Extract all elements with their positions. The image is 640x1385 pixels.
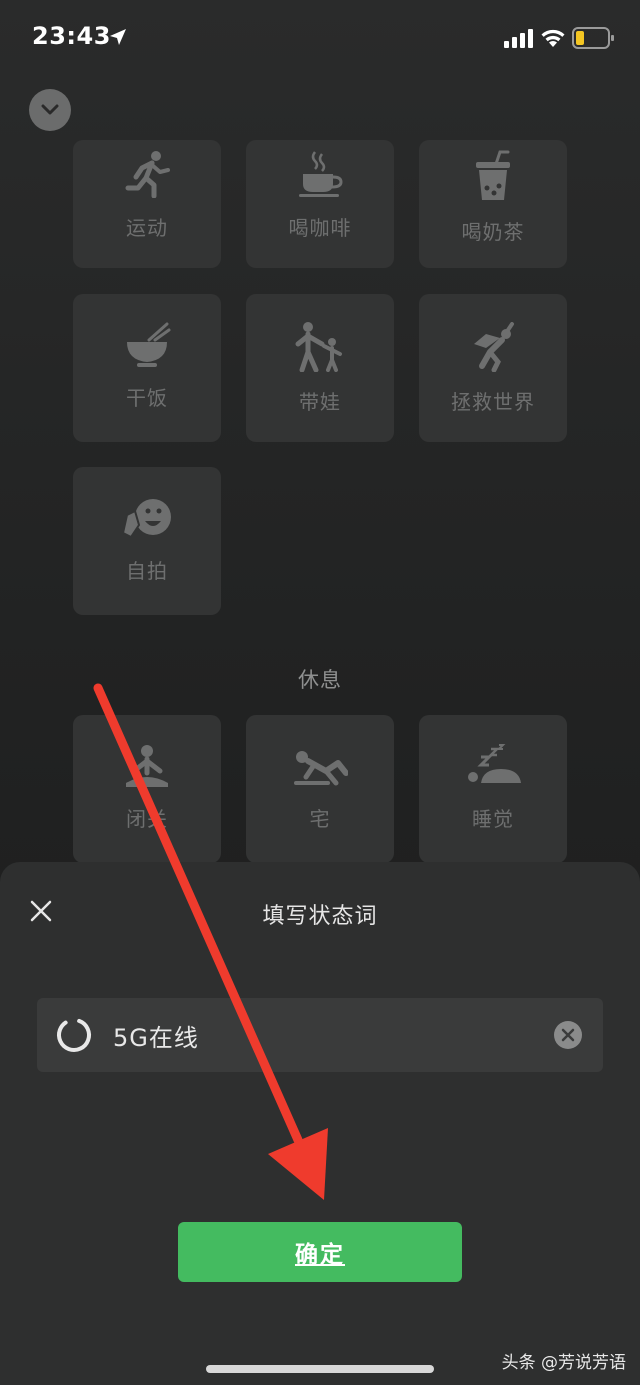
status-input-value: 5G在线 xyxy=(113,1024,199,1052)
clear-input-icon[interactable] xyxy=(553,1020,583,1050)
tile-label: 带娃 xyxy=(299,390,341,414)
tile-label: 喝奶茶 xyxy=(461,220,525,244)
selfie-face-icon xyxy=(121,499,171,539)
confirm-button[interactable]: 确定 xyxy=(178,1222,462,1282)
tile-label: 睡觉 xyxy=(472,807,514,831)
parent-child-icon xyxy=(295,322,342,372)
tile-selfie[interactable]: 自拍 xyxy=(73,467,221,615)
status-time: 23:43 xyxy=(32,22,111,50)
tile-childcare[interactable]: 带娃 xyxy=(246,294,394,442)
tile-label: 运动 xyxy=(126,216,168,240)
bubble-tea-icon xyxy=(476,150,510,200)
loading-ring-icon xyxy=(57,1018,91,1052)
watermark: 头条 @芳说芳语 xyxy=(501,1353,626,1373)
tile-stay-home[interactable]: 宅 xyxy=(246,715,394,863)
tile-exercise[interactable]: 运动 xyxy=(73,140,221,268)
section-title-rest: 休息 xyxy=(298,668,342,692)
status-editor-sheet: 填写状态词 5G在线 确定 xyxy=(0,862,640,1385)
chevron-down-icon xyxy=(41,104,59,115)
meditation-icon xyxy=(126,745,168,787)
tile-milk-tea[interactable]: 喝奶茶 xyxy=(419,140,567,268)
tile-label: 宅 xyxy=(309,807,331,831)
tile-label: 闭关 xyxy=(126,807,168,831)
tile-save-world[interactable]: 拯救世界 xyxy=(419,294,567,442)
tile-label: 自拍 xyxy=(126,559,168,583)
tile-label: 喝咖啡 xyxy=(288,216,352,240)
tile-meditate[interactable]: 闭关 xyxy=(73,715,221,863)
tile-label: 干饭 xyxy=(126,386,168,410)
sleeping-icon xyxy=(468,744,521,783)
running-icon xyxy=(125,151,170,198)
rice-bowl-icon xyxy=(127,322,171,367)
tile-label: 拯救世界 xyxy=(451,390,535,414)
home-indicator xyxy=(206,1365,434,1373)
superhero-icon xyxy=(474,322,514,372)
status-bar: 23:43 xyxy=(0,0,640,80)
cellular-signal-icon xyxy=(504,29,533,48)
collapse-button[interactable] xyxy=(29,89,71,131)
location-arrow-icon xyxy=(110,29,126,45)
tile-coffee[interactable]: 喝咖啡 xyxy=(246,140,394,268)
sheet-title: 填写状态词 xyxy=(262,904,378,929)
coffee-cup-icon xyxy=(299,151,343,197)
tile-eat[interactable]: 干饭 xyxy=(73,294,221,442)
lounging-icon xyxy=(294,751,348,786)
battery-low-icon xyxy=(572,27,614,49)
screen: 23:43 运动 喝咖啡 喝奶茶 干饭 带娃 拯救世界 自拍 休息 闭关 宅 睡… xyxy=(0,0,640,1385)
wifi-icon xyxy=(541,29,565,47)
status-word-input[interactable]: 5G在线 xyxy=(37,998,603,1072)
tile-sleep[interactable]: 睡觉 xyxy=(419,715,567,863)
